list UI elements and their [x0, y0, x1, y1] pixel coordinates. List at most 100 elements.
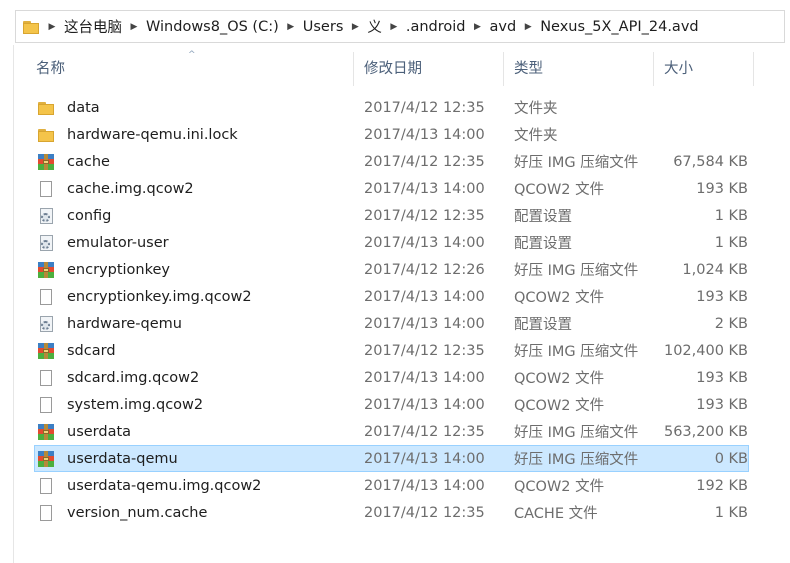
file-row[interactable]: hardware-qemu 2017/4/13 14:00 配置设置 2 KB [34, 310, 749, 337]
file-row[interactable]: sdcard 2017/4/12 12:35 好压 IMG 压缩文件 102,400 … [34, 337, 749, 364]
file-row[interactable]: cache.img.qcow2 2017/4/13 14:00 QCOW2 文件 19… [34, 175, 749, 202]
file-date: 2017/4/12 12:35 [364, 423, 485, 440]
file-name-cell: hardware-qemu [35, 315, 364, 333]
file-name-cell: data [35, 99, 364, 117]
file-type: QCOW2 文件 [514, 398, 605, 414]
file-date: 2017/4/13 14:00 [364, 288, 485, 305]
file-name-cell: userdata-qemu.img.qcow2 [35, 477, 364, 495]
file-date: 2017/4/12 12:26 [364, 261, 485, 278]
file-type: QCOW2 文件 [514, 290, 605, 306]
file-size: 2 KB [714, 315, 748, 332]
file-row[interactable]: cache 2017/4/12 12:35 好压 IMG 压缩文件 67,584 KB [34, 148, 749, 175]
archive-icon [37, 153, 55, 171]
file-row[interactable]: config 2017/4/12 12:35 配置设置 1 KB [34, 202, 749, 229]
file-size: 102,400 KB [663, 342, 748, 359]
file-icon [37, 288, 55, 306]
breadcrumb-drive-c[interactable]: Windows8_OS (C:) [144, 19, 281, 35]
file-date: 2017/4/13 14:00 [364, 396, 485, 413]
file-row[interactable]: version_num.cache 2017/4/12 12:35 CACHE 文件… [34, 499, 749, 526]
column-header-name-label: 名称 [36, 61, 65, 77]
column-header-date-label: 修改日期 [364, 61, 422, 77]
file-name: cache [67, 153, 110, 170]
file-row[interactable]: userdata 2017/4/12 12:35 好压 IMG 压缩文件 563,20… [34, 418, 749, 445]
file-row[interactable]: encryptionkey 2017/4/12 12:26 好压 IMG 压缩文件 1… [34, 256, 749, 283]
file-icon [37, 477, 55, 495]
file-row[interactable]: data 2017/4/12 12:35 文件夹 [34, 94, 749, 121]
breadcrumb-android[interactable]: .android [404, 19, 468, 35]
file-type: 好压 IMG 压缩文件 [514, 452, 639, 468]
file-date: 2017/4/13 14:00 [364, 315, 485, 332]
file-name: encryptionkey [67, 261, 170, 278]
file-type: 配置设置 [514, 236, 572, 252]
file-name: userdata [67, 423, 132, 440]
file-row[interactable]: hardware-qemu.ini.lock 2017/4/13 14:00 文件夹 [34, 121, 749, 148]
file-name-cell: encryptionkey [35, 261, 364, 279]
archive-icon [37, 450, 55, 468]
file-type: 文件夹 [514, 128, 558, 144]
file-name: emulator-user [67, 234, 169, 251]
file-row[interactable]: encryptionkey.img.qcow2 2017/4/13 14:00 QC… [34, 283, 749, 310]
file-size: 67,584 KB [673, 153, 748, 170]
breadcrumb-user[interactable]: 义 [365, 16, 384, 37]
file-type: 好压 IMG 压缩文件 [514, 263, 639, 279]
sort-ascending-icon: ^ [188, 50, 196, 60]
column-header-size-label: 大小 [664, 61, 693, 77]
file-type: QCOW2 文件 [514, 182, 605, 198]
breadcrumb-users[interactable]: Users [301, 19, 346, 35]
column-header-type[interactable]: 类型 [504, 52, 654, 86]
file-date: 2017/4/12 12:35 [364, 504, 485, 521]
file-row[interactable]: userdata-qemu.img.qcow2 2017/4/13 14:00 QC… [34, 472, 749, 499]
breadcrumb-separator-icon[interactable]: ▶ [345, 22, 365, 32]
file-type: QCOW2 文件 [514, 371, 605, 387]
breadcrumb-separator-icon[interactable]: ▶ [42, 22, 62, 32]
file-name: cache.img.qcow2 [67, 180, 194, 197]
file-row[interactable]: userdata-qemu 2017/4/13 14:00 好压 IMG 压缩文件 0… [34, 445, 749, 472]
file-date: 2017/4/13 14:00 [364, 126, 485, 143]
column-header-name[interactable]: ^ 名称 [14, 50, 354, 86]
config-file-icon [37, 234, 55, 252]
file-name-cell: cache [35, 153, 364, 171]
file-name-cell: encryptionkey.img.qcow2 [35, 288, 364, 306]
breadcrumb-separator-icon[interactable]: ▶ [468, 22, 488, 32]
file-size: 192 KB [696, 477, 748, 494]
column-header-size[interactable]: 大小 [654, 52, 754, 86]
archive-icon [37, 261, 55, 279]
file-date: 2017/4/12 12:35 [364, 207, 485, 224]
file-icon [37, 396, 55, 414]
breadcrumb-separator-icon[interactable]: ▶ [124, 22, 144, 32]
file-size: 193 KB [696, 396, 748, 413]
file-name: userdata-qemu.img.qcow2 [67, 477, 262, 494]
file-size: 1 KB [714, 234, 748, 251]
file-name: sdcard.img.qcow2 [67, 369, 200, 386]
file-name: data [67, 99, 100, 116]
breadcrumb-this-pc[interactable]: 这台电脑 [62, 16, 124, 37]
file-date: 2017/4/13 14:00 [364, 450, 485, 467]
file-name-cell: emulator-user [35, 234, 364, 252]
file-size: 193 KB [696, 369, 748, 386]
file-name: encryptionkey.img.qcow2 [67, 288, 252, 305]
breadcrumb-nexus-avd[interactable]: Nexus_5X_API_24.avd [538, 19, 700, 35]
file-icon [37, 504, 55, 522]
breadcrumb-separator-icon[interactable]: ▶ [518, 22, 538, 32]
file-name: sdcard [67, 342, 116, 359]
file-size: 0 KB [714, 450, 748, 467]
folder-icon [37, 99, 55, 117]
breadcrumb-avd[interactable]: avd [488, 19, 519, 35]
file-date: 2017/4/13 14:00 [364, 369, 485, 386]
file-name-cell: version_num.cache [35, 504, 364, 522]
file-row[interactable]: system.img.qcow2 2017/4/13 14:00 QCOW2 文件 1… [34, 391, 749, 418]
archive-icon [37, 423, 55, 441]
file-row[interactable]: emulator-user 2017/4/13 14:00 配置设置 1 KB [34, 229, 749, 256]
breadcrumb-separator-icon[interactable]: ▶ [281, 22, 301, 32]
file-name-cell: userdata [35, 423, 364, 441]
file-type: 配置设置 [514, 317, 572, 333]
folder-icon [22, 18, 40, 36]
config-file-icon [37, 315, 55, 333]
file-type: 配置设置 [514, 209, 572, 225]
folder-icon [37, 126, 55, 144]
breadcrumb-separator-icon[interactable]: ▶ [384, 22, 404, 32]
file-name: hardware-qemu [67, 315, 182, 332]
column-header-date[interactable]: 修改日期 [354, 52, 504, 86]
file-row[interactable]: sdcard.img.qcow2 2017/4/13 14:00 QCOW2 文件 1… [34, 364, 749, 391]
address-bar[interactable]: ▶ 这台电脑 ▶ Windows8_OS (C:) ▶ Users ▶ 义 ▶ … [15, 10, 785, 43]
